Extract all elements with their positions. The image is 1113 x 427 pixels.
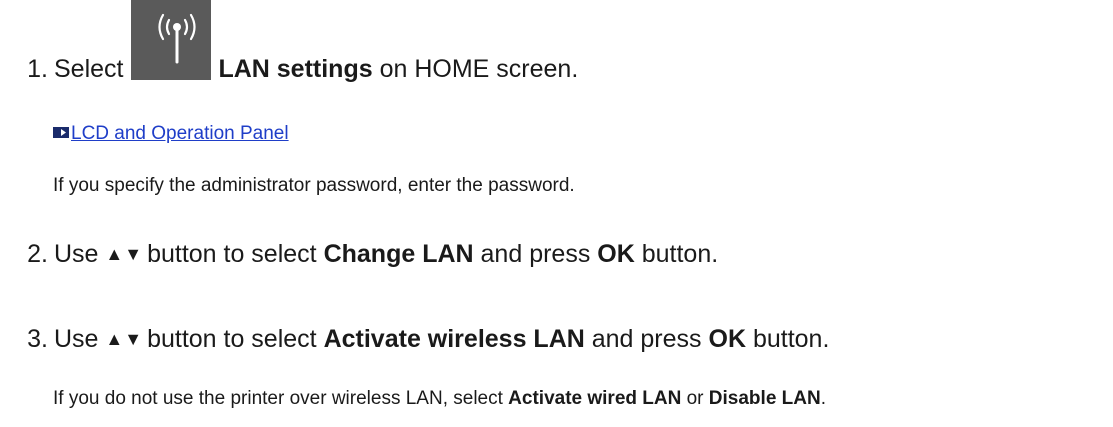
- step-bold: LAN settings: [218, 55, 373, 83]
- note-text-end: .: [820, 388, 826, 409]
- step-1-note: If you specify the administrator passwor…: [53, 175, 575, 196]
- step-text-after: on HOME screen.: [379, 55, 579, 83]
- note-bold-disable: Disable LAN: [708, 388, 821, 409]
- step-text: Select: [54, 55, 124, 83]
- up-down-arrow-icon: ▲▼: [105, 244, 144, 264]
- step-text: Use: [54, 325, 99, 353]
- step-bold: Change LAN: [323, 240, 474, 268]
- step-text-mid: button to select: [147, 240, 317, 268]
- note-text-or: or: [686, 388, 704, 409]
- step-text-after: button.: [752, 325, 830, 353]
- step-3: 3. Use ▲▼ button to select Activate wirele…: [0, 324, 829, 354]
- step-text: Use: [54, 240, 99, 268]
- step-number: 2.: [27, 240, 48, 268]
- step-bold: Activate wireless LAN: [323, 325, 585, 353]
- step-text-mid: button to select: [147, 325, 317, 353]
- step-2: 2. Use ▲▼ button to select Change LAN and …: [0, 239, 718, 269]
- lcd-panel-link-row: LCD and Operation Panel: [53, 122, 289, 146]
- note-bold-wired: Activate wired LAN: [508, 388, 682, 409]
- link-arrow-icon: [53, 127, 69, 138]
- step-text-and: and press: [591, 325, 702, 353]
- step-number: 1.: [27, 55, 48, 83]
- step-3-note: If you do not use the printer over wirel…: [53, 387, 826, 411]
- step-number: 3.: [27, 325, 48, 353]
- step-bold-ok: OK: [708, 325, 747, 353]
- lcd-and-operation-panel-link[interactable]: LCD and Operation Panel: [71, 123, 289, 144]
- up-down-arrow-icon: ▲▼: [105, 329, 144, 349]
- step-text-after: button.: [641, 240, 719, 268]
- step-text-and: and press: [480, 240, 591, 268]
- note-text: If you do not use the printer over wirel…: [53, 388, 503, 409]
- step-1: 1. Select LAN settings on HOME screen.: [0, 0, 579, 84]
- wireless-lan-settings-icon: [131, 0, 211, 80]
- step-bold-ok: OK: [597, 240, 635, 268]
